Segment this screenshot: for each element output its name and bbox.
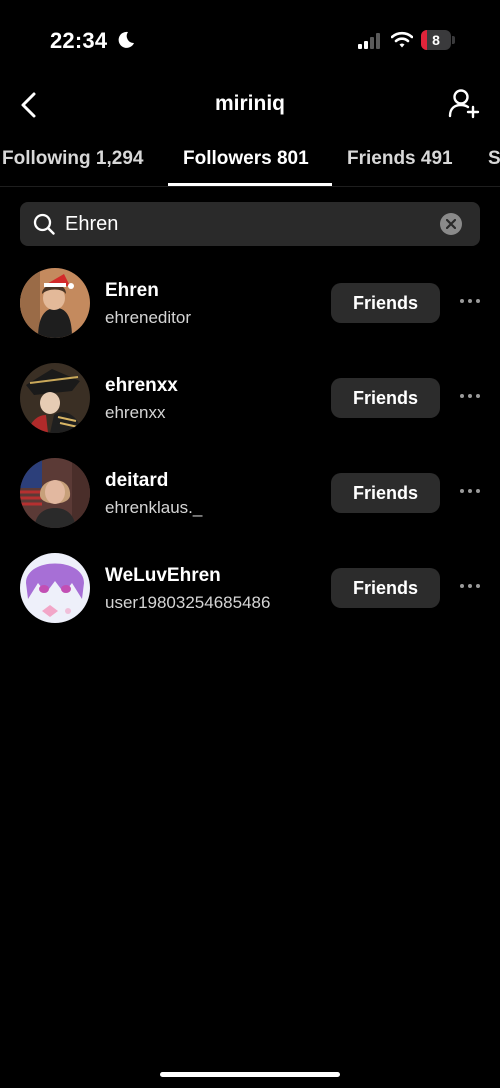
friends-button[interactable]: Friends — [331, 568, 440, 608]
tab-suggested[interactable]: S — [488, 148, 500, 170]
search-bar — [20, 202, 480, 246]
home-indicator[interactable] — [160, 1072, 340, 1077]
more-options-icon[interactable] — [458, 582, 482, 592]
search-input[interactable] — [65, 202, 425, 246]
more-options-icon[interactable] — [458, 392, 482, 402]
user-name[interactable]: WeLuvEhren — [105, 565, 221, 587]
user-handle[interactable]: ehrenklaus._ — [105, 498, 202, 518]
list-item[interactable]: deitard ehrenklaus._ Friends — [0, 458, 500, 552]
tab-following[interactable]: Following 1,294 — [2, 148, 143, 170]
battery-percentage: 8 — [432, 32, 440, 48]
wifi-icon — [391, 31, 413, 48]
user-name[interactable]: ehrenxx — [105, 375, 178, 397]
friends-button[interactable]: Friends — [331, 378, 440, 418]
list-item[interactable]: WeLuvEhren user19803254685486 Friends — [0, 553, 500, 647]
list-item[interactable]: Ehren ehreneditor Friends — [0, 268, 500, 362]
user-handle[interactable]: user19803254685486 — [105, 593, 270, 613]
user-handle[interactable]: ehrenxx — [105, 403, 165, 423]
search-icon — [33, 213, 55, 235]
list-item[interactable]: ehrenxx ehrenxx Friends — [0, 363, 500, 457]
user-name[interactable]: Ehren — [105, 280, 159, 302]
moon-icon — [118, 31, 134, 48]
follow-tabs: Following 1,294 Followers 801 Friends 49… — [0, 140, 500, 187]
friends-button[interactable]: Friends — [331, 473, 440, 513]
user-handle[interactable]: ehreneditor — [105, 308, 191, 328]
cellular-signal-icon — [358, 33, 380, 49]
clear-search-icon[interactable] — [440, 213, 462, 235]
more-options-icon[interactable] — [458, 487, 482, 497]
avatar[interactable] — [20, 363, 90, 433]
avatar[interactable] — [20, 553, 90, 623]
avatar[interactable] — [20, 268, 90, 338]
status-time: 22:34 — [50, 28, 108, 53]
tab-followers[interactable]: Followers 801 — [183, 148, 309, 170]
active-tab-indicator — [168, 183, 332, 186]
user-name[interactable]: deitard — [105, 470, 168, 492]
tab-friends[interactable]: Friends 491 — [347, 148, 453, 170]
avatar[interactable] — [20, 458, 90, 528]
status-bar: 22:34 8 — [0, 0, 500, 80]
more-options-icon[interactable] — [458, 297, 482, 307]
friends-button[interactable]: Friends — [331, 283, 440, 323]
page-title: miriniq — [214, 92, 285, 115]
battery-indicator: 8 — [421, 30, 455, 50]
add-user-icon[interactable] — [447, 87, 481, 121]
